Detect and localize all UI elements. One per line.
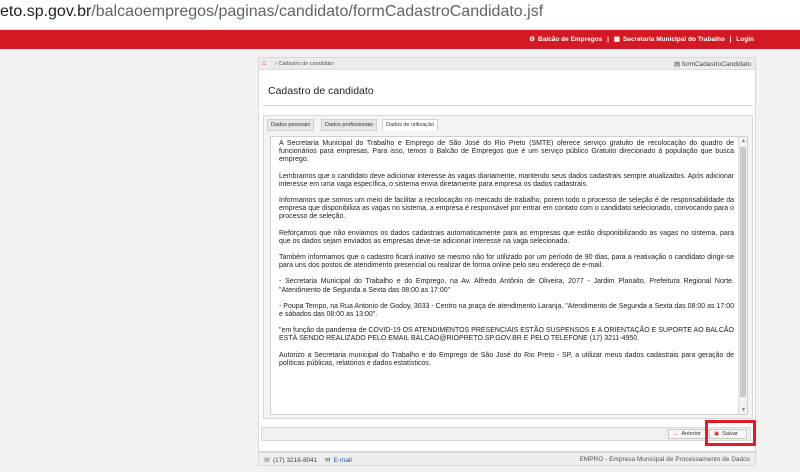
- secretaria-link[interactable]: Secretaria Municipal do Trabalho: [623, 36, 725, 43]
- paragraph: "em função da pandemia de COVID-19 OS AT…: [279, 327, 734, 343]
- tab-dados-profissionais[interactable]: Dados profissionais: [321, 119, 377, 131]
- paragraph: A Secretaria Municipal do Trabalho e Emp…: [279, 140, 734, 164]
- tab-dados-utilizacao[interactable]: Dados de utilização: [382, 119, 439, 131]
- address-bar[interactable]: eto.sp.gov.br/balcaoempregos/paginas/can…: [0, 0, 800, 30]
- form-name: ▤ formCadastroCandidato: [674, 60, 751, 68]
- paragraph: Também informamos que o cadastro ficará …: [279, 254, 734, 270]
- footer: ☏ (17) 3218-8041 ✉ E-mail EMPRO - Empresa…: [258, 452, 756, 466]
- envelope-icon: ✉: [325, 457, 331, 464]
- balcao-empregos-link[interactable]: Balcão de Empregos: [538, 36, 602, 43]
- terms-text-area[interactable]: A Secretaria Municipal do Trabalho e Emp…: [270, 136, 748, 415]
- top-links: ⚙ Balcão de Empregos | ▦ Secretaria Munici…: [526, 35, 754, 43]
- divider: |: [729, 36, 732, 43]
- email-link[interactable]: E-mail: [333, 457, 351, 464]
- previous-button[interactable]: ← Anterior: [668, 429, 706, 439]
- chat-icon: ☏: [263, 457, 272, 464]
- breadcrumb: ⌂ › Cadastro de candidato ▤ formCadastro…: [259, 58, 755, 70]
- url-path: /balcaoempregos/paginas/candidato/formCa…: [91, 3, 544, 20]
- phone-number: (17) 3218-8041: [272, 457, 318, 464]
- save-highlight-box: [705, 420, 756, 446]
- page-title: Cadastro de candidato: [268, 85, 374, 97]
- paragraph: Autorizo a Secretaria municipal do Traba…: [279, 351, 734, 367]
- footer-email: ✉ E-mail: [325, 456, 352, 464]
- paragraph: - Poupa Tempo, na Rua Antonio de Godoy, …: [279, 302, 734, 319]
- home-icon[interactable]: ⌂: [262, 60, 266, 67]
- footer-empro: EMPRO - Empresa Municipal de Processamen…: [579, 456, 750, 463]
- title-box: Cadastro de candidato: [263, 78, 753, 106]
- tab-dados-pessoais[interactable]: Dados pessoais: [267, 119, 315, 131]
- footer-phone: ☏ (17) 3218-8041: [263, 456, 317, 464]
- breadcrumb-item: Cadastro de candidato: [278, 61, 334, 67]
- building-icon: ▦: [613, 36, 620, 43]
- divider: |: [607, 36, 609, 43]
- form-name-label: formCadastroCandidato: [681, 61, 751, 68]
- scroll-up-icon[interactable]: ▲: [741, 138, 746, 144]
- terms-text: A Secretaria Municipal do Trabalho e Emp…: [271, 137, 738, 414]
- arrow-left-icon: ←: [673, 431, 679, 437]
- button-bar: ← Anterior ▣ Salvar: [261, 427, 751, 441]
- top-red-bar: ⚙ Balcão de Empregos | ▦ Secretaria Munici…: [0, 30, 800, 49]
- briefcase-icon: ⚙: [529, 36, 536, 43]
- paragraph: Lembramos que o candidato deve adicionar…: [279, 172, 734, 188]
- scroll-down-icon[interactable]: ▼: [741, 407, 746, 413]
- paragraph: Informamos que somos um meio de facilita…: [279, 197, 734, 221]
- url-domain: eto.sp.gov.br: [0, 3, 92, 20]
- login-link[interactable]: Login: [736, 36, 754, 43]
- previous-label: Anterior: [681, 431, 701, 437]
- form-icon: ▤: [674, 61, 681, 68]
- url-text[interactable]: eto.sp.gov.br/balcaoempregos/paginas/can…: [0, 3, 543, 21]
- paragraph: - Secretaria Municipal do Trabalho e do …: [279, 278, 734, 294]
- scroll-thumb[interactable]: [740, 147, 746, 397]
- paragraph: Reforçamos que não enviamos os dados cad…: [279, 229, 734, 245]
- breadcrumb-path: › Cadastro de candidato: [275, 61, 334, 67]
- scrollbar[interactable]: ▲ ▼: [738, 137, 747, 414]
